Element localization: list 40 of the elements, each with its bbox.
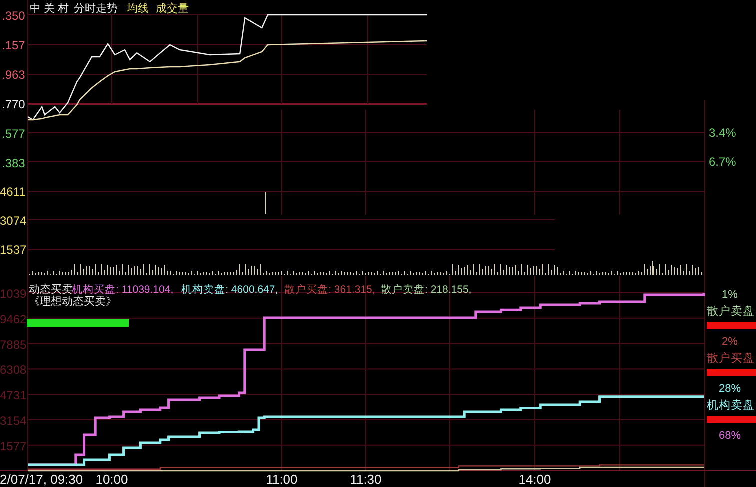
ratio-percent: 1% [722, 289, 738, 301]
time-axis-label: 11:30 [350, 472, 382, 487]
indicator-name: 《理想动态买卖》 [29, 296, 117, 308]
indicator-legend-entry: 机构买盘: 11039.104, [72, 284, 174, 296]
indicator-legend-entry: 散户买盘: 361.315, [284, 284, 376, 296]
price-axis-label: .770 [2, 98, 26, 112]
price-axis-label: .383 [2, 156, 26, 170]
volume-axis-label: 3074 [0, 214, 27, 228]
ratio-percent: 28% [718, 383, 742, 395]
indicator-axis-label: 3154 [0, 414, 27, 428]
time-axis-label: 10:00 [96, 472, 128, 487]
ratio-percent: 68% [718, 430, 742, 442]
price-axis-label: .577 [2, 127, 26, 141]
time-axis-label: 2/07/17, 09:30 [0, 472, 84, 487]
price-axis-label: .350 [2, 9, 26, 23]
time-axis-label: 11:00 [266, 472, 298, 487]
ratio-label: 散户卖盘 [707, 306, 755, 318]
volume-axis-label: 4611 [0, 185, 26, 199]
indicator-axis-label: 1577 [0, 439, 27, 454]
indicator-axis-label: 1039 [0, 287, 27, 301]
ratio-label: 机构卖盘 [707, 400, 755, 412]
percent-label: 6.7% [709, 155, 736, 169]
ratio-label: 散户买盘 [707, 353, 755, 365]
time-axis-label: 14:00 [518, 472, 552, 487]
indicator-axis-label: 7885 [0, 338, 27, 352]
price-axis-label: .157 [2, 38, 26, 52]
indicator-legend-entry: 散户卖盘: 218.155, [381, 284, 472, 296]
chart-title: 分时走势 [74, 3, 118, 15]
stock-name: 中 关 村 [30, 3, 70, 15]
indicator-legend-entry: 机构卖盘: 4600.647, [182, 284, 278, 296]
indicator-axis-label: 4731 [0, 388, 27, 403]
indicator-axis-label: 6308 [0, 363, 27, 378]
ratio-percent: 2% [722, 336, 738, 348]
chart-title: 均线 [127, 3, 149, 15]
volume-axis-label: 1537 [0, 243, 27, 257]
chart-title: 成交量 [156, 3, 189, 15]
price-axis-label: .963 [2, 68, 26, 82]
indicator-title: 动态买卖 [29, 284, 73, 296]
percent-label: 3.4% [709, 126, 736, 140]
indicator-axis-label: 9462 [0, 312, 27, 326]
